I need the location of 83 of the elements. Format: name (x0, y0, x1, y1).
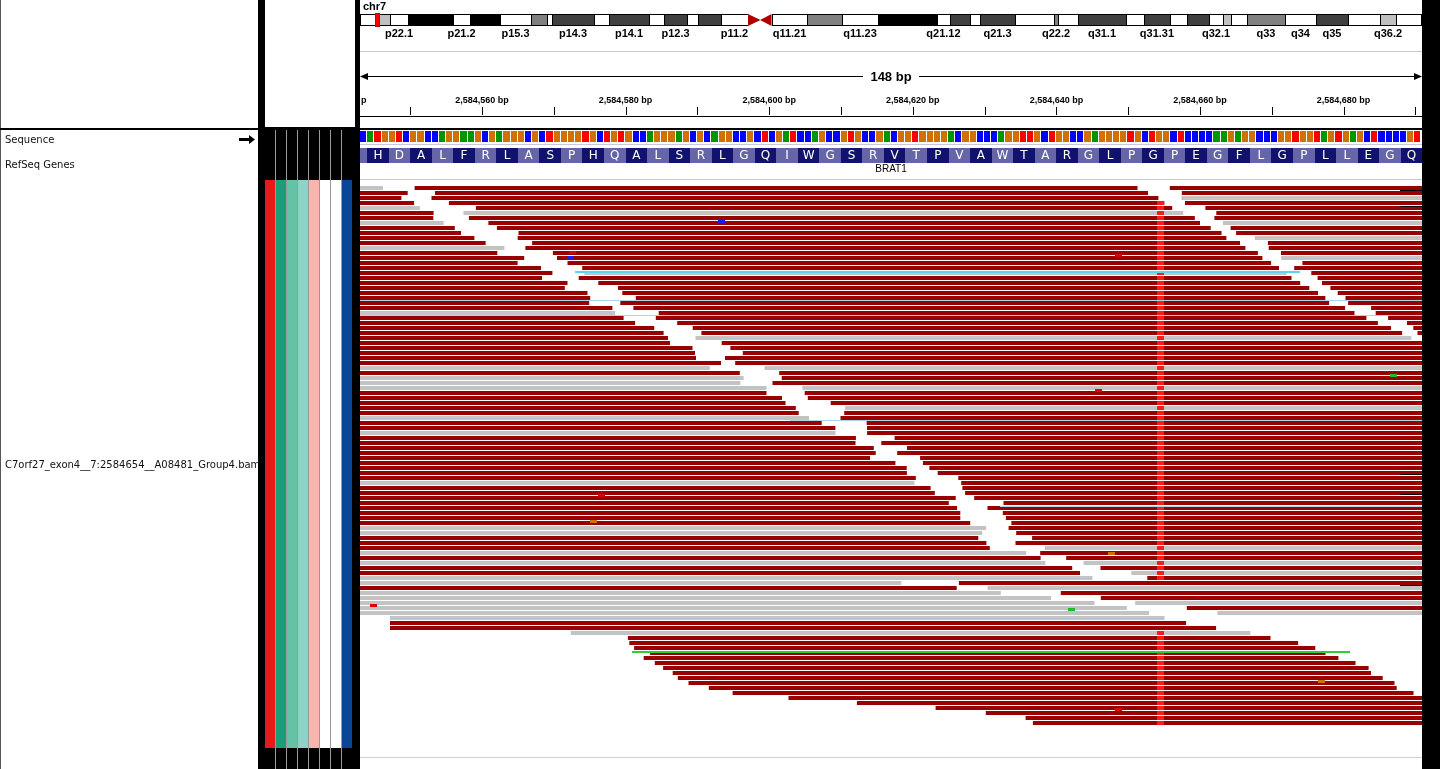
right-arrow-icon[interactable] (239, 134, 255, 144)
band-label: p12.3 (661, 27, 690, 39)
amino-acid-cell: G (1077, 148, 1100, 163)
amino-acid-cell: L (1249, 148, 1272, 163)
amino-acid-cell: R (1056, 148, 1078, 163)
amino-acid-cell: G (1206, 148, 1229, 163)
band-label: q31.31 (1139, 27, 1175, 39)
amino-acid-cell: I (776, 148, 798, 163)
amino-acid-cell: S (840, 148, 863, 163)
amino-acid-cell: R (690, 148, 712, 163)
amino-acid-cell: L (496, 148, 518, 163)
amino-acid-cell: V (948, 148, 971, 163)
amino-acid-cell: L (711, 148, 734, 163)
band-label: p14.3 (558, 27, 588, 39)
amino-acid-cell: E (1357, 148, 1380, 163)
band-label: p22.1 (384, 27, 414, 39)
amino-acid-cell: G (1271, 148, 1293, 163)
tick-label: 2,584,560 bp (455, 95, 509, 105)
amino-acid-cell: A (410, 148, 432, 163)
amino-acid-cell: P (1163, 148, 1186, 163)
amino-acid-cell: R (862, 148, 884, 163)
chromosome-label: chr7 (362, 0, 388, 14)
amino-acid-cell: W (991, 148, 1014, 163)
amino-acid-cell: P (560, 148, 583, 163)
amino-acid-cell: L (1314, 148, 1337, 163)
band-label: q34 (1291, 27, 1310, 39)
band-label: q11.23 (843, 27, 877, 39)
partial-codon-cell (360, 148, 368, 163)
tick-label: p (361, 95, 367, 105)
band-label: q11.21 (772, 27, 807, 39)
band-label: q31.1 (1087, 27, 1117, 39)
gene-label: BRAT1 (875, 163, 907, 175)
amino-acid-cell: L (1099, 148, 1121, 163)
amino-acid-cell: D (388, 148, 411, 163)
amino-acid-cell: S (668, 148, 691, 163)
tick-label: 2,584,580 bp (598, 95, 653, 105)
amino-acid-cell: E (1185, 148, 1207, 163)
amino-acid-cell: P (927, 148, 949, 163)
tick-label: 2,584,600 bp (742, 95, 796, 105)
amino-acid-cell: G (1142, 148, 1164, 163)
amino-acid-cell: G (733, 148, 755, 163)
amino-acid-cell: T (1013, 148, 1035, 163)
band-label: p21.2 (447, 27, 476, 39)
amino-acid-cell: A (970, 148, 992, 163)
band-label: q21.12 (926, 27, 961, 39)
tick-label: 2,584,680 bp (1316, 95, 1371, 105)
amino-acid-cell: P (1120, 148, 1143, 163)
track-name: RefSeq Genes (5, 158, 75, 170)
band-label: q35 (1322, 27, 1342, 39)
amino-acid-cell: A (517, 148, 540, 163)
tick-label: 2,584,660 bp (1173, 95, 1227, 105)
amino-acid-cell: H (367, 148, 389, 163)
amino-acid-cell: F (1228, 148, 1250, 163)
amino-acid-cell: R (474, 148, 497, 163)
amino-acid-cell: G (1379, 148, 1401, 163)
amino-acid-cell: L (647, 148, 669, 163)
amino-acid-cell: S (539, 148, 561, 163)
track-name: Sequence (5, 133, 55, 145)
amino-acid-cell: V (883, 148, 906, 163)
amino-acid-cell: H (582, 148, 604, 163)
amino-acid-cell: W (797, 148, 820, 163)
tick-label: 2,584,620 bp (886, 95, 940, 105)
amino-acid-cell: P (1293, 148, 1315, 163)
span-label: 148 bp (870, 69, 912, 84)
amino-acid-cell: Q (754, 148, 777, 163)
band-label: q36.2 (1373, 27, 1403, 39)
band-label: p11.2 (720, 27, 749, 39)
band-label: q22.2 (1041, 27, 1071, 39)
amino-acid-cell: G (819, 148, 841, 163)
band-label: q32.1 (1201, 27, 1231, 39)
amino-acid-cell: L (1336, 148, 1358, 163)
amino-acid-cell: Q (604, 148, 626, 163)
band-label: p14.1 (614, 27, 644, 39)
band-label: q21.3 (983, 27, 1012, 39)
amino-acid-cell: Q (1400, 148, 1422, 163)
band-label: q33 (1256, 27, 1276, 39)
amino-acid-cell: F (453, 148, 475, 163)
amino-acid-cell: A (625, 148, 648, 163)
amino-acid-cell: A (1034, 148, 1057, 163)
band-label: p15.3 (501, 27, 530, 39)
tick-label: 2,584,640 bp (1029, 95, 1084, 105)
amino-acid-cell: L (431, 148, 454, 163)
amino-acid-cell: T (905, 148, 927, 163)
